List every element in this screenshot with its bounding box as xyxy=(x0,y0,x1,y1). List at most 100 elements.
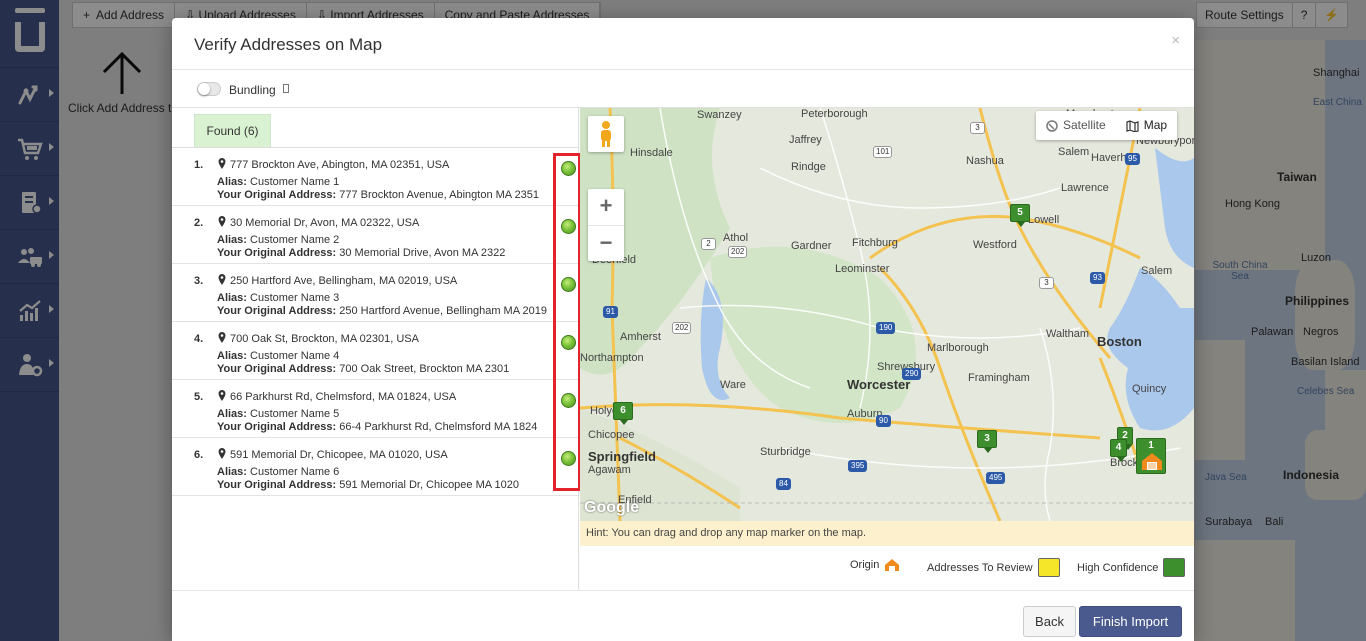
route-shield: 202 xyxy=(728,246,748,258)
address-row[interactable]: 3. 250 Hartford Ave, Bellingham, MA 02019… xyxy=(172,264,578,322)
legend-high-confidence: High Confidence xyxy=(1077,558,1186,577)
address-row[interactable]: 5. 66 Parkhurst Rd, Chelmsford, MA 01824,… xyxy=(172,380,578,438)
route-shield: 3 xyxy=(1039,277,1054,289)
interstate-shield: 91 xyxy=(603,306,618,318)
address-number: 2. xyxy=(194,217,204,229)
map-label: Map xyxy=(1143,118,1168,132)
interstate-shield: 395 xyxy=(848,460,868,472)
map-town-label: Agawam xyxy=(588,464,631,476)
map-pin-icon xyxy=(218,448,226,459)
alias-value: Customer Name 1 xyxy=(250,176,340,188)
map-town-label: Salem xyxy=(1141,265,1173,277)
map-town-label: Westford xyxy=(973,239,1017,251)
finish-import-button[interactable]: Finish Import xyxy=(1079,606,1182,637)
original-address-line: Your Original Address: 700 Oak Street, B… xyxy=(217,363,509,375)
map-town-label: Waltham xyxy=(1046,328,1089,340)
alias-line: Alias: Customer Name 2 xyxy=(217,234,339,246)
map-button[interactable]: Map xyxy=(1116,111,1177,140)
map-icon xyxy=(1126,119,1139,132)
geocoded-address: 777 Brockton Ave, Abington, MA 02351, US… xyxy=(230,159,450,171)
address-list-panel: Found (6) 1. 777 Brockton Ave, Abington, … xyxy=(172,108,579,590)
route-shield: 2 xyxy=(701,238,716,250)
map-town-label: Athol xyxy=(723,232,749,244)
geocoded-address: 700 Oak St, Brockton, MA 02301, USA xyxy=(230,333,419,345)
alias-line: Alias: Customer Name 1 xyxy=(217,176,339,188)
alias-line: Alias: Customer Name 3 xyxy=(217,292,339,304)
alias-value: Customer Name 5 xyxy=(250,408,340,420)
legend-high-label: High Confidence xyxy=(1077,561,1159,574)
address-number: 1. xyxy=(194,159,204,171)
info-icon[interactable] xyxy=(283,84,289,93)
zoom-in-button[interactable]: + xyxy=(588,189,624,225)
map-town-label: Hinsdale xyxy=(630,147,673,159)
map-marker-6[interactable]: 6 xyxy=(613,402,633,425)
map-marker-4[interactable]: 4 xyxy=(1110,439,1127,462)
modal-header: Verify Addresses on Map × xyxy=(172,18,1194,70)
map-town-label: Gardner xyxy=(791,240,832,252)
bundling-toggle[interactable] xyxy=(197,82,221,96)
close-icon[interactable]: × xyxy=(1171,32,1180,49)
original-address-value: 30 Memorial Drive, Avon MA 2322 xyxy=(339,247,506,259)
zoom-out-button[interactable]: − xyxy=(588,225,624,261)
pegman-icon xyxy=(601,121,611,147)
map-hint: Hint: You can drag and drop any map mark… xyxy=(580,521,1194,546)
original-address-value: 700 Oak Street, Brockton MA 2301 xyxy=(339,363,510,375)
map-type-control: Satellite Map xyxy=(1036,111,1178,140)
zoom-control: + − xyxy=(588,189,624,261)
alias-label: Alias: xyxy=(217,234,247,246)
address-row[interactable]: 6. 591 Memorial Dr, Chicopee, MA 01020, U… xyxy=(172,438,578,496)
alias-line: Alias: Customer Name 5 xyxy=(217,408,339,420)
original-address-value: 66-4 Parkhurst Rd, Chelmsford MA 1824 xyxy=(339,421,538,433)
map-pin-icon xyxy=(218,158,226,169)
map-town-label: Ware xyxy=(720,379,746,391)
satellite-button[interactable]: Satellite xyxy=(1036,111,1116,140)
map-town-label: Leominster xyxy=(835,263,890,275)
address-row[interactable]: 4. 700 Oak St, Brockton, MA 02301, USA Ali… xyxy=(172,322,578,380)
interstate-shield: 290 xyxy=(902,368,922,380)
original-address-line: Your Original Address: 30 Memorial Drive… xyxy=(217,247,505,259)
original-address-line: Your Original Address: 591 Memorial Dr, … xyxy=(217,479,519,491)
map-town-label: Worcester xyxy=(847,377,911,392)
map-pin-icon xyxy=(218,390,226,401)
origin-house-icon xyxy=(885,559,900,571)
map-town-label: Marlborough xyxy=(927,342,989,354)
bundling-label: Bundling xyxy=(229,83,276,97)
map-town-label: Northampton xyxy=(580,352,644,364)
address-row[interactable]: 1. 777 Brockton Ave, Abington, MA 02351, … xyxy=(172,148,578,206)
alias-line: Alias: Customer Name 6 xyxy=(217,466,339,478)
original-address-label: Your Original Address: xyxy=(217,363,337,375)
map-town-label: Jaffrey xyxy=(789,134,822,146)
map-view[interactable]: Swanzey Peterborough Manchester Hinsdale… xyxy=(580,108,1194,521)
map-town-label: Amherst xyxy=(620,331,661,343)
map-town-label: Swanzey xyxy=(697,109,742,121)
street-view-pegman[interactable] xyxy=(588,116,624,152)
modal-footer: Back Finish Import xyxy=(172,590,1194,641)
map-marker-3[interactable]: 3 xyxy=(977,430,997,453)
map-town-label: Nashua xyxy=(966,155,1004,167)
interstate-shield: 495 xyxy=(986,472,1006,484)
map-town-label: Lowell xyxy=(1028,214,1060,226)
review-swatch xyxy=(1037,558,1060,577)
back-button[interactable]: Back xyxy=(1023,606,1076,637)
original-address-line: Your Original Address: 777 Brockton Aven… xyxy=(217,189,539,201)
tab-found[interactable]: Found (6) xyxy=(194,114,271,148)
map-town-label: Peterborough xyxy=(801,108,868,120)
map-town-label: Sturbridge xyxy=(760,446,811,458)
legend-origin-label: Origin xyxy=(850,559,880,571)
verify-addresses-modal: Verify Addresses on Map × Bundling Found… xyxy=(172,18,1194,641)
alias-label: Alias: xyxy=(217,466,247,478)
address-row[interactable]: 2. 30 Memorial Dr, Avon, MA 02322, USA Ali… xyxy=(172,206,578,264)
satellite-label: Satellite xyxy=(1063,118,1106,132)
map-marker-5[interactable]: 5 xyxy=(1010,204,1030,227)
map-marker-1-origin[interactable]: 1 xyxy=(1136,438,1166,474)
map-legend: Origin Addresses To Review High Confiden… xyxy=(580,546,1194,589)
route-shield: 101 xyxy=(873,146,893,158)
alias-label: Alias: xyxy=(217,176,247,188)
map-tiles xyxy=(580,108,1194,521)
alias-label: Alias: xyxy=(217,292,247,304)
interstate-shield: 93 xyxy=(1090,272,1105,284)
alias-value: Customer Name 6 xyxy=(250,466,340,478)
route-shield: 202 xyxy=(672,322,692,334)
map-town-label: Salem xyxy=(1058,146,1090,158)
geocoded-address: 30 Memorial Dr, Avon, MA 02322, USA xyxy=(230,217,420,229)
